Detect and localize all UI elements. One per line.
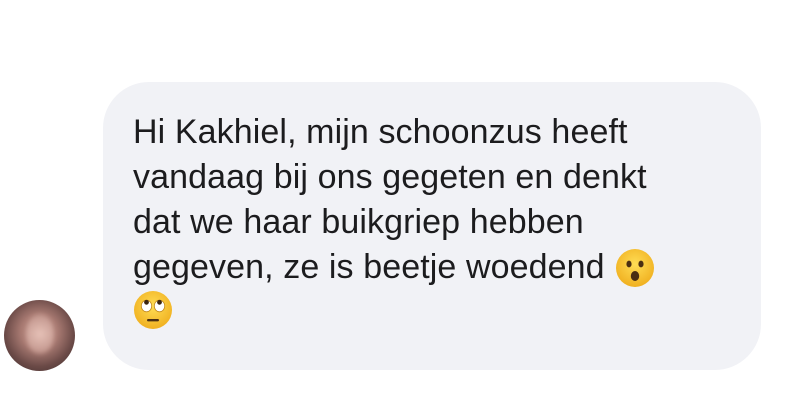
message-line-4: gegeven, ze is beetje woedend — [133, 245, 731, 290]
astonished-face-emoji-icon — [615, 248, 655, 288]
message-line-5 — [133, 290, 731, 330]
message-line-3: dat we haar buikgriep hebben — [133, 203, 584, 241]
eye-roll-emoji-icon — [133, 290, 173, 330]
sender-avatar[interactable] — [4, 300, 75, 371]
message-line-4-text: gegeven, ze is beetje woedend — [133, 248, 605, 286]
message-line-2: vandaag bij ons gegeten en denkt — [133, 158, 647, 196]
message-line-1: Hi Kakhiel, mijn schoonzus heeft — [133, 113, 628, 151]
message-bubble[interactable]: Hi Kakhiel, mijn schoonzus heeft vandaag… — [103, 82, 761, 370]
